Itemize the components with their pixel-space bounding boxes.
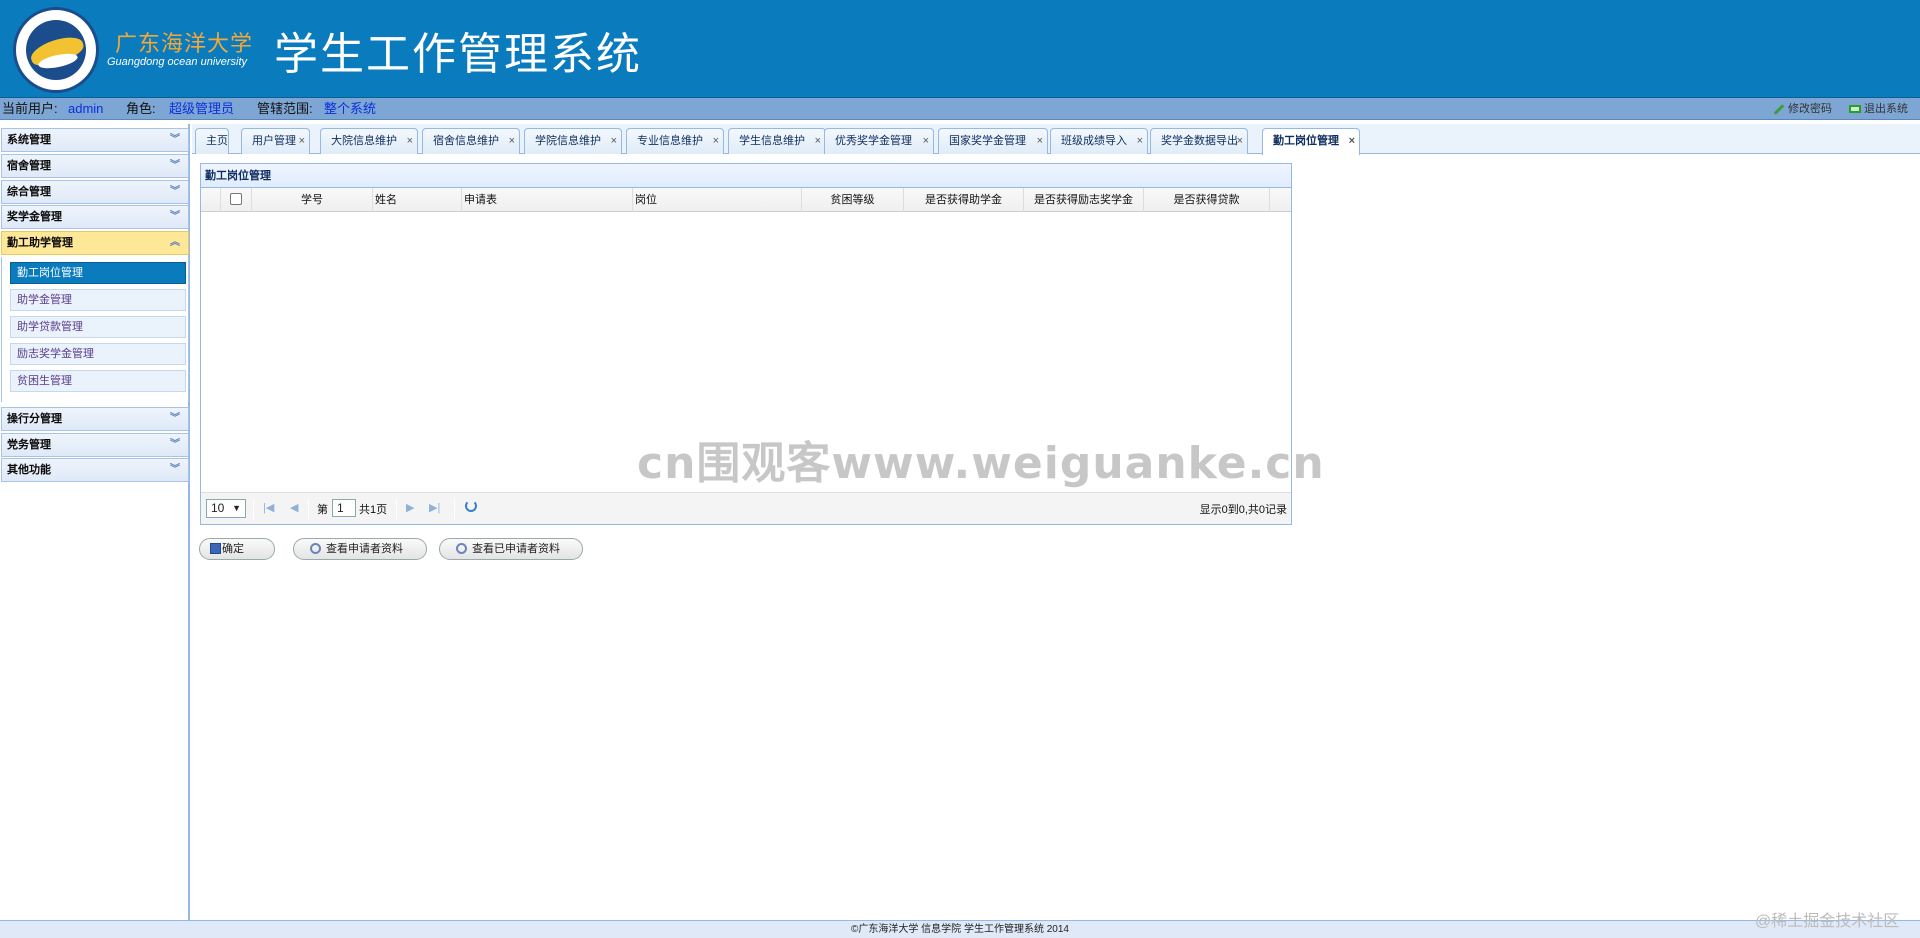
current-user-label: 当前用户: [2,101,58,116]
grid-header: 学号 姓名 申请表 岗位 贫困等级 是否获得助学金 是否获得励志奖学金 是否获得… [201,188,1291,212]
select-all-checkbox[interactable] [230,193,242,205]
work-study-submenu: 勤工岗位管理 助学金管理 助学贷款管理 励志奖学金管理 贫困生管理 [1,257,189,402]
tab-home[interactable]: 主页 [195,128,229,154]
tab-student-info[interactable]: 学生信息维护 × [728,128,826,154]
close-icon[interactable]: × [611,129,617,153]
tab-work-post[interactable]: 勤工岗位管理 × [1262,128,1360,155]
role-value: 超级管理员 [169,101,235,116]
sidebar-group-work-study[interactable]: 勤工助学管理 ︽ [1,231,189,255]
sidebar-group-conduct[interactable]: 操行分管理 ︾ [1,407,189,431]
university-logo [13,7,99,93]
sidebar: 系统管理 ︾ 宿舍管理 ︾ 综合管理 ︾ 奖学金管理 ︾ 勤工助学管理 ︽ 勤工岗位管理 … [0,124,190,920]
close-icon[interactable]: × [1349,129,1355,153]
footer: ©广东海洋大学 信息学院 学生工作管理系统 2014 [0,920,1920,938]
confirm-button[interactable]: 确定 [199,538,275,560]
view-applied-button[interactable]: 查看已申请者资料 [439,538,583,560]
tab-excellence-scholarship[interactable]: 优秀奖学金管理 × [824,128,934,154]
tab-grade-import[interactable]: 班级成绩导入 × [1050,128,1148,154]
chevron-up-icon: ︽ [170,237,180,248]
chevron-down-icon: ︾ [170,413,180,424]
col-inspiration[interactable]: 是否获得励志奖学金 [1024,188,1144,212]
chevron-down-icon: ︾ [170,160,180,171]
sidebar-group-scholarship[interactable]: 奖学金管理 ︾ [1,205,189,229]
pencil-icon [1773,103,1785,115]
university-name-en: Guangdong ocean university [107,56,248,68]
sidebar-item-loan[interactable]: 助学贷款管理 [10,316,186,338]
col-student-id[interactable]: 学号 [252,188,373,212]
app-header: 广东海洋大学 Guangdong ocean university 学生工作管理… [0,0,1920,98]
pagination-bar: 10 ▼ |◀ ◀ 第 1 共1页 ▶ ▶| 显示0到0,共0记录 [201,492,1291,524]
close-icon[interactable]: × [509,129,515,153]
scope-label: 管辖范围: [257,101,313,116]
chevron-down-icon: ︾ [170,134,180,145]
next-page-icon[interactable]: ▶ [406,501,414,514]
close-icon[interactable]: × [923,129,929,153]
close-icon[interactable]: × [1137,129,1143,153]
close-icon[interactable]: × [1237,129,1243,153]
sidebar-item-work-post[interactable]: 勤工岗位管理 [10,262,186,284]
first-page-icon[interactable]: |◀ [263,501,274,514]
page-number-input[interactable]: 1 [332,499,356,517]
chevron-down-icon: ︾ [170,464,180,475]
save-icon [210,543,221,554]
logout-link[interactable]: 退出系统 [1849,98,1908,120]
sidebar-group-dorm[interactable]: 宿舍管理 ︾ [1,154,189,178]
last-page-icon[interactable]: ▶| [429,501,440,514]
user-bar: 当前用户: admin 角色: 超级管理员 管辖范围: 整个系统 修改密码 退出… [0,98,1920,120]
tab-user-management[interactable]: 用户管理 × [241,128,310,154]
chevron-down-icon: ︾ [170,439,180,450]
logout-icon [1849,105,1861,113]
scope-value: 整个系统 [324,101,377,116]
record-info: 显示0到0,共0记录 [1199,504,1287,516]
content-area: 勤工岗位管理 学号 姓名 申请表 岗位 贫困等级 是否获得助学金 是否获得励志奖… [192,155,1920,920]
tab-major-info[interactable]: 专业信息维护 × [626,128,724,154]
sidebar-group-party[interactable]: 党务管理 ︾ [1,433,189,457]
change-password-link[interactable]: 修改密码 [1773,98,1832,120]
sidebar-item-grant[interactable]: 助学金管理 [10,289,186,311]
close-icon[interactable]: × [1037,129,1043,153]
chevron-down-icon: ︾ [170,211,180,222]
prev-page-icon[interactable]: ◀ [290,501,298,514]
close-icon[interactable]: × [815,129,821,153]
col-post[interactable]: 岗位 [633,188,802,212]
col-application-form[interactable]: 申请表 [462,188,633,212]
sidebar-item-inspiration[interactable]: 励志奖学金管理 [10,343,186,365]
watermark-text: cn围观客www.weiguanke.cn [637,438,1325,489]
col-grant[interactable]: 是否获得助学金 [904,188,1024,212]
page-total: 共1页 [359,504,388,516]
search-icon [310,543,321,554]
col-loan[interactable]: 是否获得贷款 [1144,188,1270,212]
tab-college-info[interactable]: 学院信息维护 × [524,128,622,154]
chevron-down-icon: ▼ [232,503,241,513]
panel-title: 勤工岗位管理 [201,164,1291,188]
view-applicants-button[interactable]: 查看申请者资料 [293,538,427,560]
sidebar-group-general[interactable]: 综合管理 ︾ [1,180,189,204]
tab-scholarship-export[interactable]: 奖学金数据导出 × [1150,128,1248,154]
tab-dorm-info[interactable]: 宿舍信息维护 × [422,128,520,154]
tab-national-scholarship[interactable]: 国家奖学金管理 × [938,128,1048,154]
university-name-cn: 广东海洋大学 [115,32,254,57]
site-watermark: @稀土掘金技术社区 [1755,913,1900,930]
current-user-value: admin [68,101,104,116]
select-all-cell [221,188,252,212]
sidebar-group-other[interactable]: 其他功能 ︾ [1,458,189,482]
refresh-icon[interactable] [465,500,477,512]
col-poverty-level[interactable]: 贫困等级 [802,188,904,212]
chevron-down-icon: ︾ [170,186,180,197]
close-icon[interactable]: × [713,129,719,153]
col-name[interactable]: 姓名 [373,188,462,212]
sidebar-group-system[interactable]: 系统管理 ︾ [1,128,189,152]
close-icon[interactable]: × [407,129,413,153]
search-icon [456,543,467,554]
tab-bar: 主页 用户管理 × 大院信息维护 × 宿舍信息维护 × 学院信息维护 × 专业信息维护 ×… [192,124,1920,155]
role-label: 角色: [126,101,156,116]
page-size-select[interactable]: 10 ▼ [206,499,246,518]
close-icon[interactable]: × [299,129,305,153]
system-title: 学生工作管理系统 [274,29,642,80]
tab-campus-info[interactable]: 大院信息维护 × [320,128,418,154]
page-prefix: 第 [317,504,328,516]
sidebar-item-poverty[interactable]: 贫困生管理 [10,370,186,392]
